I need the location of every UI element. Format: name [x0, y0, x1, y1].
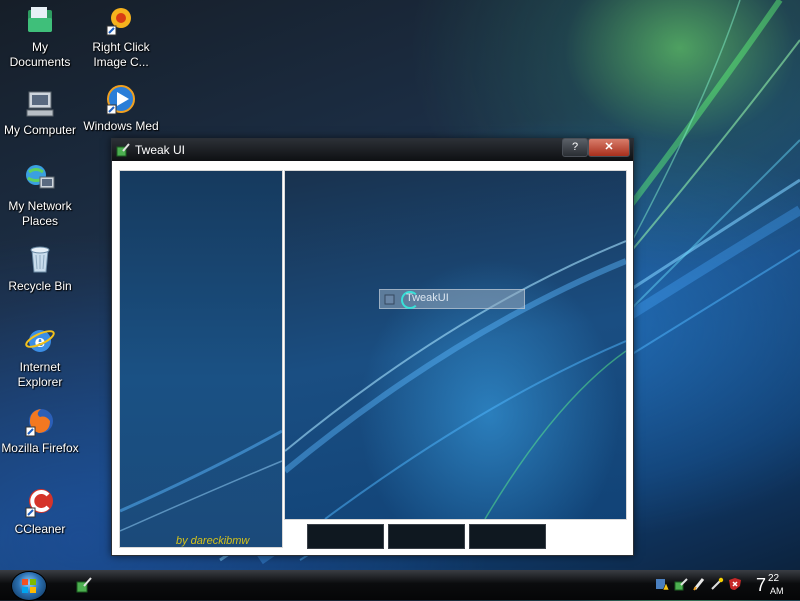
author-credit: by dareckibmw — [176, 535, 250, 547]
close-button[interactable]: ✕ — [588, 138, 630, 157]
windows-media-player-icon — [106, 85, 135, 115]
tweak-ui-tray-icon[interactable] — [674, 577, 688, 591]
right-click-image-shortcut-icon — [106, 8, 131, 36]
shield-icon[interactable] — [728, 577, 742, 591]
splash-label: TweakUI — [406, 292, 449, 304]
cancel-button[interactable] — [388, 524, 465, 549]
pen-tool-icon[interactable] — [692, 577, 706, 591]
apply-button[interactable] — [469, 524, 546, 549]
pane-light-streaks — [120, 429, 282, 532]
desktop-icon-label: Recycle Bin — [8, 279, 72, 293]
settings-content-pane[interactable]: TweakUI — [284, 170, 627, 520]
clock-hour[interactable]: 7 — [756, 575, 766, 596]
ok-button[interactable] — [307, 524, 384, 549]
desktop-icon-my-documents[interactable]: My Documents — [1, 4, 79, 70]
computer-icon — [26, 91, 54, 117]
windows-logo-icon — [22, 579, 36, 593]
desktop-icon-label: Mozilla Firefox — [1, 441, 79, 455]
folder-documents-icon — [28, 7, 52, 32]
desktop-icon-ccleaner[interactable]: CCleaner — [1, 486, 79, 537]
internet-explorer-icon: e — [25, 330, 55, 352]
desktop-icon-label: CCleaner — [14, 522, 66, 536]
wand-icon[interactable] — [710, 577, 724, 591]
ccleaner-icon — [25, 489, 53, 518]
security-warning-icon[interactable] — [656, 577, 670, 591]
desktop-icon-label: Windows Med — [83, 119, 159, 133]
taskbar-tweak-ui-icon[interactable] — [75, 576, 93, 594]
desktop-icon-label: My Network Places — [8, 199, 72, 228]
desktop-icon-label: My Documents — [9, 40, 71, 69]
clock-am-pm[interactable]: AM — [770, 586, 784, 596]
tweak-ui-app-icon — [384, 294, 395, 305]
loading-splash: TweakUI — [379, 289, 525, 309]
window-title: Tweak UI — [135, 143, 186, 157]
recycle-bin-icon — [30, 246, 50, 273]
start-button[interactable] — [11, 571, 47, 601]
help-button[interactable]: ? — [562, 138, 588, 157]
desktop-icon-my-computer[interactable]: My Computer — [1, 87, 79, 138]
desktop-icon-label: Right Click Image C... — [92, 40, 150, 69]
desktop-icon-network-places[interactable]: My Network Places — [1, 163, 79, 229]
desktop-icon-windows-media[interactable]: Windows Med — [82, 83, 160, 134]
desktop-icon-label: Internet Explorer — [17, 360, 63, 389]
tweak-ui-app-icon — [116, 143, 130, 157]
network-places-icon — [26, 165, 55, 189]
navigation-tree-pane[interactable]: by dareckibmw — [119, 170, 283, 548]
window-titlebar[interactable]: Tweak UI ? ✕ — [112, 138, 633, 161]
desktop-icon-mozilla-firefox[interactable]: Mozilla Firefox — [1, 405, 79, 456]
clock-minutes[interactable]: 22 — [768, 573, 779, 584]
desktop-icon-label: My Computer — [3, 123, 77, 137]
desktop-icon-recycle-bin[interactable]: Recycle Bin — [1, 243, 79, 294]
desktop-icon-right-click-image[interactable]: Right Click Image C... — [82, 4, 160, 70]
pane-light-streaks — [285, 240, 626, 519]
tweak-ui-window[interactable]: Tweak UI ? ✕ by dareckibmw TweakUI — [111, 138, 634, 556]
taskbar: 7 22 AM — [0, 570, 800, 601]
firefox-icon — [25, 409, 53, 437]
desktop-icon-internet-explorer[interactable]: e Internet Explorer — [1, 324, 79, 390]
